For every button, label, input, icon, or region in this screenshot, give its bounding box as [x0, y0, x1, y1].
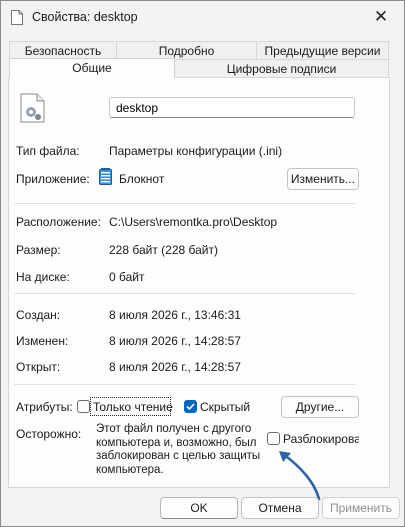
readonly-label[interactable]: Только чтение [93, 400, 173, 414]
tab-previous-versions[interactable]: Предыдущие версии [256, 41, 389, 59]
location-value: C:\Users\remontka.pro\Desktop [109, 215, 278, 229]
tab-general[interactable]: Общие [9, 58, 175, 78]
caution-label: Осторожно: [16, 427, 82, 441]
check-icon [186, 403, 195, 411]
notepad-icon [99, 168, 112, 185]
ok-button[interactable]: OK [160, 497, 238, 519]
disk-size-value: 0 байт [109, 270, 145, 284]
tab-details[interactable]: Подробно [116, 41, 257, 59]
close-button[interactable]: ✕ [366, 4, 396, 30]
properties-window: Свойства: desktop ✕ Безопасность Подробн… [0, 0, 405, 527]
readonly-checkbox[interactable] [77, 400, 90, 413]
hidden-checkbox[interactable] [184, 400, 197, 413]
title-bar[interactable]: Свойства: desktop ✕ [1, 1, 404, 35]
config-file-icon [20, 93, 45, 123]
unblock-checkbox[interactable] [267, 432, 280, 445]
tab-digital-signatures[interactable]: Цифровые подписи [174, 59, 389, 77]
location-label: Расположение: [16, 215, 101, 229]
created-label: Создан: [16, 308, 61, 322]
opened-label: Открыт: [16, 360, 61, 374]
separator [14, 203, 355, 204]
attributes-label: Атрибуты: [16, 400, 73, 414]
separator [14, 384, 355, 385]
file-type-label: Тип файла: [16, 144, 80, 158]
modified-value: 8 июля 2026 г., 14:28:57 [109, 334, 241, 348]
created-value: 8 июля 2026 г., 13:46:31 [109, 308, 241, 322]
cancel-button[interactable]: Отмена [241, 497, 319, 519]
unblock-label[interactable]: Разблокировать [283, 432, 359, 446]
caution-text: Этот файл получен с другого компьютера и… [96, 423, 261, 476]
separator [14, 293, 355, 294]
change-app-button[interactable]: Изменить... [287, 168, 359, 190]
config-file-icon [11, 10, 23, 25]
hidden-label[interactable]: Скрытый [200, 400, 250, 414]
close-icon: ✕ [373, 7, 389, 26]
modified-label: Изменен: [16, 334, 69, 348]
size-value: 228 байт (228 байт) [109, 243, 218, 257]
other-attributes-button[interactable]: Другие... [281, 396, 359, 418]
size-label: Размер: [16, 243, 61, 257]
opened-value: 8 июля 2026 г., 14:28:57 [109, 360, 241, 374]
window-title: Свойства: desktop [32, 10, 138, 24]
app-label: Приложение: [16, 172, 90, 186]
app-value: Блокнот [119, 172, 165, 186]
tab-security[interactable]: Безопасность [9, 41, 117, 59]
file-type-value: Параметры конфигурации (.ini) [109, 144, 283, 158]
apply-button[interactable]: Применить [322, 497, 400, 519]
arrow-icon [279, 451, 321, 501]
disk-size-label: На диске: [16, 270, 70, 284]
filename-input[interactable] [109, 97, 355, 118]
